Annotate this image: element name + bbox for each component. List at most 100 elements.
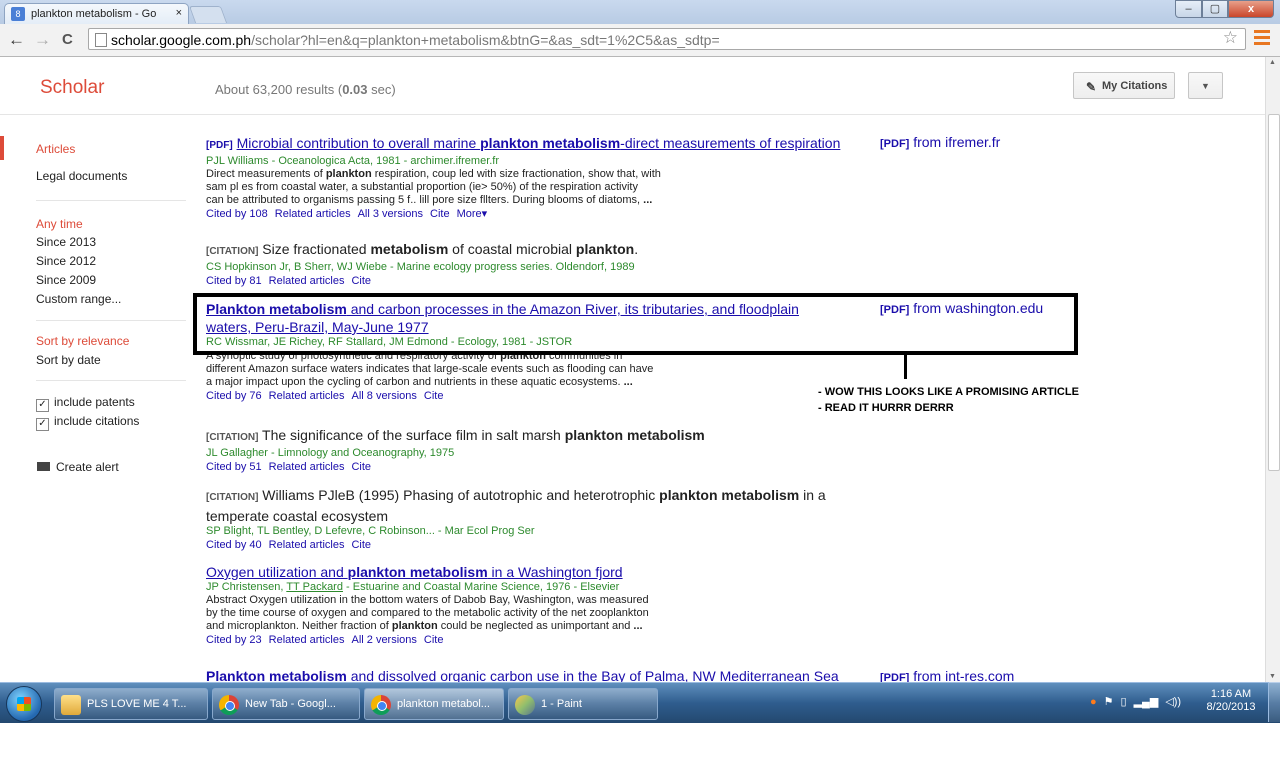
result-title-link[interactable]: Oxygen utilization and plankton metaboli… <box>206 564 623 580</box>
show-desktop-button[interactable] <box>1268 682 1280 722</box>
cite-link[interactable]: Cite <box>351 461 371 473</box>
cited-by-link[interactable]: Cited by 40 <box>206 539 262 551</box>
sidebar-item-sort-by-date[interactable]: Sort by date <box>36 353 101 367</box>
volume-icon[interactable]: ◁)) <box>1165 696 1181 708</box>
result-links: Cited by 108 Related articles All 3 versio… <box>206 207 886 221</box>
scroll-up-icon[interactable]: ▲ <box>1269 59 1276 66</box>
result-title: [CITATION] Size fractionated metabolism … <box>206 240 896 261</box>
pdf-source-link[interactable]: [PDF] from washington.edu <box>880 300 1043 316</box>
result-snippet: Direct measurements of plankton respirat… <box>206 168 886 207</box>
vertical-scrollbar[interactable]: ▲ ▼ <box>1265 57 1280 682</box>
cite-link[interactable]: Cite <box>424 390 444 402</box>
cite-link[interactable]: Cite <box>351 539 371 551</box>
result-title-link[interactable]: Plankton metabolism and carbon processes… <box>206 301 799 335</box>
snippet-bold: plankton <box>391 620 438 632</box>
reload-icon[interactable]: C <box>62 31 73 48</box>
sidebar-item-articles[interactable]: Articles <box>36 142 75 156</box>
sidebar-divider <box>36 380 186 381</box>
pdf-tag: [PDF] <box>206 140 233 151</box>
new-tab-button[interactable] <box>188 6 228 23</box>
my-citations-button[interactable]: ✎ My Citations <box>1073 72 1175 99</box>
cite-link[interactable]: Cite <box>424 634 444 646</box>
taskbar-item-paint[interactable]: 1 - Paint <box>508 688 658 720</box>
cite-link[interactable]: Cite <box>430 208 450 220</box>
forward-arrow-icon[interactable]: → <box>34 30 51 50</box>
taskbar-item-plankton[interactable]: plankton metabol... <box>364 688 504 720</box>
result-title-link[interactable]: Microbial contribution to overall marine… <box>237 135 841 151</box>
citation-tag: [CITATION] <box>206 492 259 503</box>
tray-app-icon[interactable]: ● <box>1090 696 1097 708</box>
cited-by-link[interactable]: Cited by 81 <box>206 275 262 287</box>
title-part: The significance of the surface film in … <box>258 427 565 443</box>
taskbar-item-folder[interactable]: PLS LOVE ME 4 T... <box>54 688 208 720</box>
tab-plankton-metabolism[interactable]: 8 plankton metabolism - Go × <box>4 3 189 24</box>
maximize-button[interactable]: ▢ <box>1202 0 1228 18</box>
sidebar-item-since-2012[interactable]: Since 2012 <box>36 254 96 268</box>
snippet-text: can be attributed to organisms passing 5… <box>206 194 644 206</box>
related-articles-link[interactable]: Related articles <box>269 461 345 473</box>
snippet-text: sam pl es from coastal water, a substant… <box>206 181 638 193</box>
sidebar-item-sort-by-relevance[interactable]: Sort by relevance <box>36 334 129 348</box>
battery-icon[interactable]: ▯ <box>1121 696 1127 708</box>
url-host: scholar.google.com.ph <box>111 32 252 48</box>
address-bar[interactable]: scholar.google.com.ph/scholar?hl=en&q=pl… <box>88 28 1246 50</box>
sidebar-item-since-2009[interactable]: Since 2009 <box>36 273 96 287</box>
scholar-logo[interactable]: Scholar <box>40 77 104 99</box>
minimize-button[interactable]: – <box>1175 0 1202 18</box>
snippet-bold: ... <box>623 376 633 388</box>
result-snippet-block: A synoptic study of photosynthetic and r… <box>206 350 896 403</box>
all-versions-link[interactable]: All 3 versions <box>358 208 423 220</box>
settings-dropdown-button[interactable]: ▼ <box>1188 72 1223 99</box>
snippet-text: Direct measurements of <box>206 168 326 180</box>
scroll-down-icon[interactable]: ▼ <box>1269 673 1276 680</box>
start-button[interactable] <box>6 686 42 722</box>
cited-by-link[interactable]: Cited by 76 <box>206 390 262 402</box>
taskbar-item-label: PLS LOVE ME 4 T... <box>87 698 187 710</box>
taskbar-item-new-tab[interactable]: New Tab - Googl... <box>212 688 360 720</box>
related-articles-link[interactable]: Related articles <box>269 634 345 646</box>
cited-by-link[interactable]: Cited by 108 <box>206 208 268 220</box>
sidebar-item-since-2013[interactable]: Since 2013 <box>36 235 96 249</box>
related-articles-link[interactable]: Related articles <box>269 275 345 287</box>
cite-link[interactable]: Cite <box>351 275 371 287</box>
author-profile-link[interactable]: TT Packard <box>286 581 343 593</box>
all-versions-link[interactable]: All 2 versions <box>351 634 416 646</box>
cited-by-link[interactable]: Cited by 23 <box>206 634 262 646</box>
system-tray: ● ⚑ ▯ ▂▄▆ ◁)) <box>1090 695 1188 708</box>
windows-taskbar: PLS LOVE ME 4 T... New Tab - Googl... pl… <box>0 682 1280 723</box>
title-part: of coastal microbial <box>448 241 576 257</box>
result-authors: JP Christensen, TT Packard - Estuarine a… <box>206 581 896 594</box>
related-articles-link[interactable]: Related articles <box>275 208 351 220</box>
annotation-text: - WOW THIS LOOKS LIKE A PROMISING ARTICL… <box>818 384 1079 416</box>
close-window-button[interactable]: x <box>1228 0 1274 18</box>
taskbar-item-label: 1 - Paint <box>541 698 582 710</box>
related-articles-link[interactable]: Related articles <box>269 539 345 551</box>
results-time: 0.03 <box>342 82 368 97</box>
chrome-menu-icon[interactable] <box>1254 30 1270 48</box>
sidebar-item-legal-documents[interactable]: Legal documents <box>36 169 127 183</box>
create-alert-link[interactable]: Create alert <box>37 460 119 474</box>
more-link[interactable]: More▾ <box>457 208 488 220</box>
result-title-link[interactable]: Plankton metabolism and dissolved organi… <box>206 669 839 682</box>
sidebar-item-any-time[interactable]: Any time <box>36 217 83 231</box>
sidebar-item-custom-range[interactable]: Custom range... <box>36 292 121 306</box>
all-versions-link[interactable]: All 8 versions <box>351 390 416 402</box>
bookmark-star-icon[interactable]: ☆ <box>1223 28 1238 48</box>
pencil-icon: ✎ <box>1086 80 1097 94</box>
title-part: in a <box>799 487 826 503</box>
tab-close-icon[interactable]: × <box>176 7 182 19</box>
snippet-text: different Amazon surface waters indicate… <box>206 363 654 375</box>
network-signal-icon[interactable]: ▂▄▆ <box>1134 696 1159 708</box>
browser-toolbar: ← → C scholar.google.com.ph/scholar?hl=e… <box>0 24 1280 57</box>
pdf-source-link[interactable]: [PDF] from int-res.com <box>880 669 1014 682</box>
action-center-flag-icon[interactable]: ⚑ <box>1104 696 1114 708</box>
include-patents-checkbox[interactable]: ✓ include patents <box>36 395 135 412</box>
related-articles-link[interactable]: Related articles <box>269 390 345 402</box>
back-arrow-icon[interactable]: ← <box>8 30 25 50</box>
include-citations-checkbox[interactable]: ✓ include citations <box>36 414 139 431</box>
title-part: Oxygen utilization and <box>206 564 348 580</box>
pdf-source-link[interactable]: [PDF] from ifremer.fr <box>880 134 1000 150</box>
taskbar-clock[interactable]: 1:16 AM 8/20/2013 <box>1206 688 1256 714</box>
cited-by-link[interactable]: Cited by 51 <box>206 461 262 473</box>
scrollbar-thumb[interactable] <box>1268 114 1280 471</box>
